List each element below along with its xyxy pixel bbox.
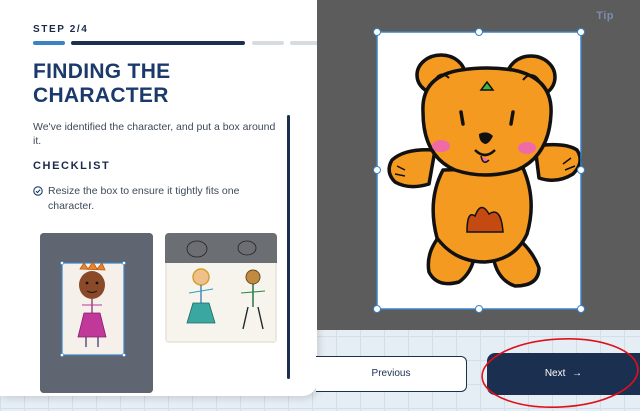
- progress-segment-2: [71, 41, 245, 45]
- checklist-item: Resize the box to ensure it tightly fits…: [33, 184, 283, 214]
- previous-button[interactable]: Previous: [316, 356, 467, 392]
- panel-scrollbar[interactable]: [287, 115, 290, 379]
- character-canvas[interactable]: Tip: [317, 0, 640, 330]
- next-button-label: Next: [544, 368, 566, 379]
- check-circle-icon: [33, 186, 43, 196]
- progress-segment-4: [290, 41, 317, 45]
- example-image-boxed-character: [40, 233, 153, 393]
- page-description: We've identified the character, and put …: [33, 121, 276, 147]
- checklist-item-text: Resize the box to ensure it tightly fits…: [48, 185, 240, 212]
- instructions-panel: STEP 2/4 FINDING THE CHARACTER We've ide…: [0, 0, 317, 396]
- page-title: FINDING THE CHARACTER: [33, 60, 171, 107]
- step-indicator: STEP 2/4: [33, 24, 89, 35]
- checklist-heading: CHECKLIST: [33, 160, 111, 172]
- step-progress-bar: [33, 41, 317, 45]
- progress-segment-1: [33, 41, 65, 45]
- tip-button[interactable]: Tip: [596, 10, 614, 22]
- example-image-two-characters: [165, 233, 277, 343]
- progress-segment-3: [252, 41, 284, 45]
- arrow-right-icon: →: [572, 368, 583, 379]
- next-button[interactable]: Next →: [487, 353, 640, 395]
